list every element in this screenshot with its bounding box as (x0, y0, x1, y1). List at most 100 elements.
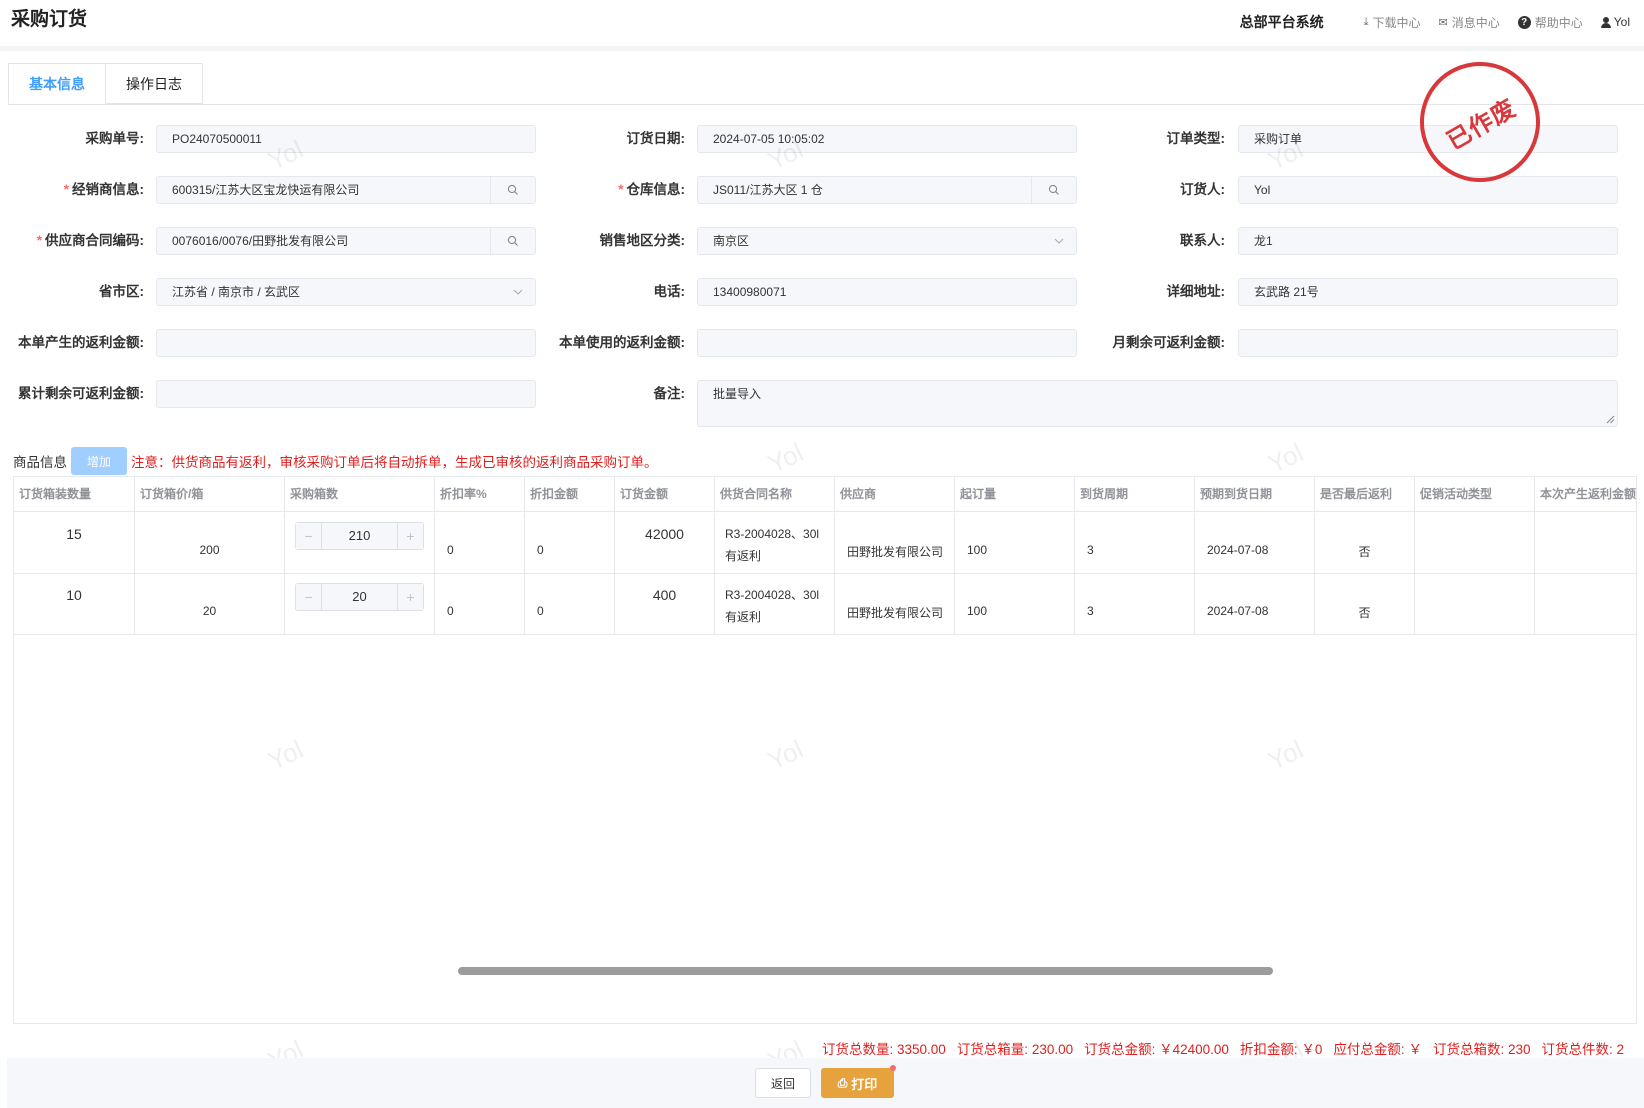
warehouse-search-button[interactable] (1031, 177, 1076, 203)
promo-type-cell (1415, 513, 1535, 573)
download-icon: ⤓ (1363, 15, 1369, 28)
contract-name-cell: R3-2004028、30l 有返利 (715, 513, 835, 573)
last-rebate: 否 (1358, 606, 1371, 620)
pack-qty: 15 (66, 526, 82, 542)
message-center-link[interactable]: ✉ 消息中心 (1439, 14, 1500, 31)
contract-search-button[interactable] (490, 228, 535, 254)
cycle-cell: 3 (1075, 513, 1195, 573)
min-qty: 100 (967, 604, 988, 618)
dealer-search-button[interactable] (490, 177, 535, 203)
box-price-cell: 20 (135, 574, 285, 634)
sales-region-select[interactable]: 南京区 (697, 227, 1077, 255)
quantity-stepper[interactable]: − 210 + (295, 522, 424, 550)
tab-basic-info[interactable]: 基本信息 (8, 63, 106, 104)
warehouse-value: JS011/江苏大区 1 仓 (713, 183, 823, 197)
total-rebate-field[interactable] (156, 380, 536, 408)
table-row[interactable]: 15 200 − 210 + 0 0 42000 R3-2004028、30l … (14, 513, 1636, 574)
total-rebate-label: 累计剩余可返利金额: (18, 386, 144, 401)
discount-total: 折扣金额: ￥0 (1239, 1042, 1323, 1057)
dealer-label-text: 经销商信息: (72, 182, 144, 197)
form-row-6: 累计剩余可返利金额: 备注: 批量导入 (0, 380, 1644, 427)
discount-amount: 0 (537, 604, 544, 618)
remark-textarea[interactable]: 批量导入 (697, 380, 1618, 427)
add-goods-button[interactable]: 增加 (71, 447, 127, 475)
min-qty-cell: 100 (955, 574, 1075, 634)
dealer-value: 600315/江苏大区宝龙快运有限公司 (172, 183, 360, 197)
system-name: 总部平台系统 (1239, 14, 1324, 30)
orderer-field[interactable]: Yol (1238, 176, 1618, 204)
total-box-volume: 订货总箱量: 230.00 (956, 1042, 1074, 1057)
arrival-date-cell: 2024-07-08 (1195, 513, 1315, 573)
arrival-date: 2024-07-08 (1207, 604, 1269, 618)
header-divider (0, 46, 1644, 51)
table-row[interactable]: 10 20 − 20 + 0 0 400 R3-2004028、30l 有返利 … (14, 574, 1636, 635)
contact-label: 联系人: (1180, 233, 1225, 248)
monthly-rebate-field[interactable] (1238, 329, 1618, 357)
increment-button[interactable]: + (397, 584, 423, 610)
rebate-used-field[interactable] (697, 329, 1077, 357)
address-field[interactable]: 玄武路 21号 (1238, 278, 1618, 306)
cycle: 3 (1087, 604, 1094, 618)
phone-field[interactable]: 13400980071 (697, 278, 1077, 306)
rebate-generated-label: 本单产生的返利金额: (18, 335, 144, 350)
min-qty: 100 (967, 543, 988, 557)
table-header: 订货箱装数量 订货箱价/箱 采购箱数 折扣率% 折扣金额 订货金额 供货合同名称… (14, 477, 1636, 512)
tab-divider (8, 104, 1644, 105)
user-menu[interactable]: Yol (1600, 15, 1630, 29)
dealer-label: * 经销商信息: (64, 176, 144, 204)
total-qty: 订货总数量: 3350.00 (822, 1042, 946, 1057)
decrement-button[interactable]: − (296, 584, 322, 610)
pack-qty-cell: 15 (14, 513, 135, 573)
search-icon (507, 184, 518, 195)
supplier-cell: 田野批发有限公司 (835, 574, 955, 634)
contact-field[interactable]: 龙1 (1238, 227, 1618, 255)
tab-bar: 基本信息 操作日志 (8, 63, 203, 105)
horizontal-scrollbar[interactable] (458, 967, 1273, 975)
required-mark: * (618, 182, 624, 197)
print-button[interactable]: ⎙ 打印 (821, 1068, 894, 1098)
tab-operation-log[interactable]: 操作日志 (106, 63, 203, 104)
order-date-label: 订货日期: (626, 131, 686, 146)
download-center-label: 下载中心 (1372, 15, 1421, 30)
min-qty-cell: 100 (955, 513, 1075, 573)
print-label: 打印 (851, 1076, 878, 1092)
contract-name: R3-2004028、30l 有返利 (725, 527, 820, 563)
province-city-select[interactable]: 江苏省 / 南京市 / 玄武区 (156, 278, 536, 306)
remark-value: 批量导入 (713, 387, 762, 401)
contract-name: R3-2004028、30l 有返利 (725, 588, 820, 624)
boxes-value[interactable]: 20 (322, 584, 397, 610)
discount-rate-cell: 0 (435, 574, 525, 634)
discount-amount: 0 (537, 543, 544, 557)
box-price: 20 (202, 604, 217, 618)
download-center-link[interactable]: ⤓ 下载中心 (1364, 14, 1421, 31)
help-center-link[interactable]: ? 帮助中心 (1517, 14, 1583, 31)
increment-button[interactable]: + (397, 523, 423, 549)
warehouse-field[interactable]: JS011/江苏大区 1 仓 (697, 176, 1077, 204)
rebate-amount-cell (1535, 513, 1636, 573)
help-center-label: 帮助中心 (1534, 15, 1583, 30)
contract-field[interactable]: 0076016/0076/田野批发有限公司 (156, 227, 536, 255)
dealer-field[interactable]: 600315/江苏大区宝龙快运有限公司 (156, 176, 536, 204)
rebate-generated-field[interactable] (156, 329, 536, 357)
warehouse-label: * 仓库信息: (618, 176, 685, 204)
quantity-stepper[interactable]: − 20 + (295, 583, 424, 611)
column-header: 是否最后返利 (1315, 477, 1415, 512)
decrement-button[interactable]: − (296, 523, 322, 549)
watermark-text: Yol (763, 437, 808, 480)
column-header: 供货合同名称 (715, 477, 835, 512)
boxes-value[interactable]: 210 (322, 523, 397, 549)
form-row-4: 省市区: 江苏省 / 南京市 / 玄武区 电话: 13400980071 详细地… (0, 278, 1644, 306)
discount-amount-cell: 0 (525, 574, 615, 634)
form-row-3: * 供应商合同编码: 0076016/0076/田野批发有限公司 销售地区分类: … (0, 227, 1644, 255)
supplier: 田野批发有限公司 (847, 545, 944, 559)
order-date-field[interactable]: 2024-07-05 10:05:02 (697, 125, 1077, 153)
resize-handle-icon[interactable] (1605, 414, 1615, 424)
po-number-label: 采购单号: (85, 131, 145, 146)
top-nav: 总部平台系统 ⤓ 下载中心 ✉ 消息中心 ? 帮助中心 Yol (1240, 12, 1630, 32)
sales-region-value: 南京区 (713, 234, 750, 248)
form-row-2: * 经销商信息: 600315/江苏大区宝龙快运有限公司 * 仓库信息: JS011… (0, 176, 1644, 204)
back-button[interactable]: 返回 (755, 1068, 811, 1098)
watermark-text: Yol (1263, 437, 1308, 480)
column-header: 折扣金额 (525, 477, 615, 512)
po-number-field[interactable]: PO24070500011 (156, 125, 536, 153)
